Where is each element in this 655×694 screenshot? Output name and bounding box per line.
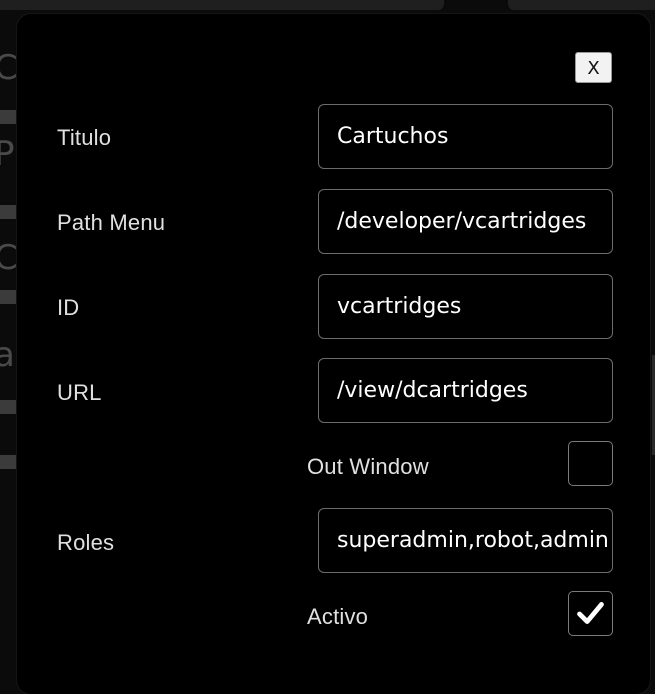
close-button[interactable]: X [575,52,612,83]
roles-label: Roles [57,530,115,555]
titulo-input[interactable]: Cartuchos [318,104,613,169]
path-menu-input[interactable]: /developer/vcartridges [318,189,613,254]
background-dash [0,400,18,414]
background-dash [0,205,18,219]
id-input[interactable]: vcartridges [318,274,613,339]
path-menu-label: Path Menu [57,210,166,235]
out-window-label: Out Window [307,454,429,479]
out-window-checkbox[interactable] [568,441,613,486]
menu-edit-modal: X Titulo Cartuchos Path Menu /developer/… [17,14,650,694]
background-text-fragment: P [0,134,15,174]
background-dash [0,455,18,469]
checkmark-icon [577,602,604,625]
url-label: URL [57,380,102,405]
titulo-label: Titulo [57,125,112,150]
id-label: ID [57,295,80,320]
activo-label: Activo [307,604,369,629]
background-text-fragment: C [0,48,18,88]
url-input[interactable]: /view/dcartridges [318,358,613,423]
background-text-fragment: C [0,238,18,278]
roles-input[interactable]: superadmin,robot,admin [318,508,613,573]
background-dash [0,290,18,304]
activo-checkbox[interactable] [568,591,613,636]
background-panel-top-right [508,0,655,10]
background-dash [0,110,18,124]
background-text-fragment: a [0,335,15,375]
background-panel-top-left [0,0,444,10]
